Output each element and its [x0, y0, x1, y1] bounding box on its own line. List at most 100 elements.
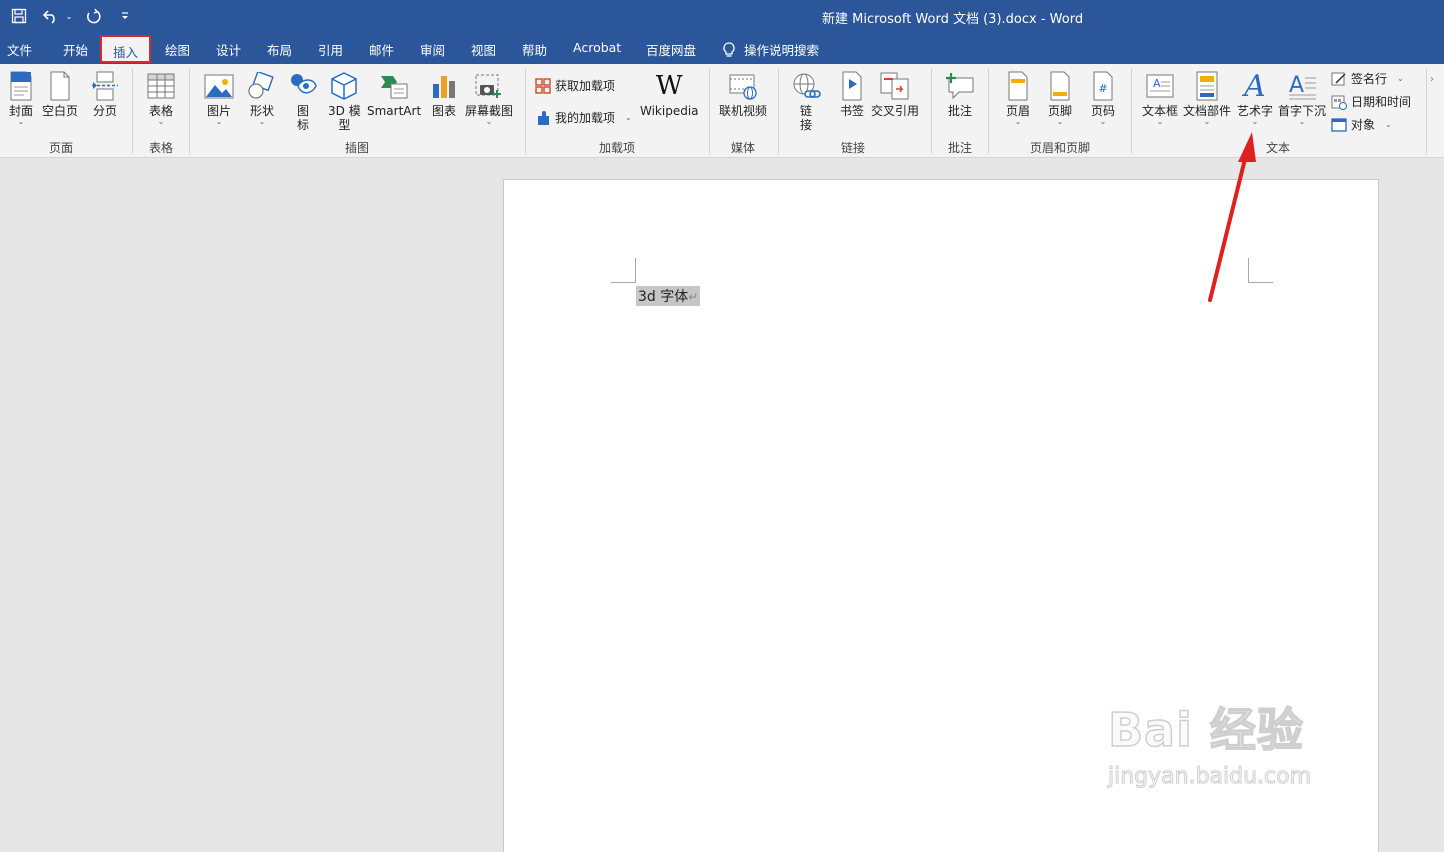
cross-reference-label: 交叉引用 [871, 104, 920, 118]
shapes-icon [246, 70, 278, 102]
chart-label: 图表 [431, 104, 456, 118]
wikipedia-icon: W [655, 71, 683, 101]
cover-page-label: 封面 [8, 104, 33, 118]
wikipedia-button[interactable]: W Wikipedia [640, 70, 699, 118]
quick-parts-icon [1191, 70, 1223, 102]
3d-models-button[interactable]: 3D 模 型 [328, 70, 361, 132]
textbox-button[interactable]: A 文本框 ⌄ [1142, 70, 1178, 126]
new-comment-button[interactable]: 批注 [944, 70, 976, 118]
tell-me-search[interactable]: 操作说明搜索 [722, 40, 819, 59]
baidu-jingyan-watermark: Bai 经验 jingyan.baidu.com [1107, 694, 1311, 789]
cover-page-button[interactable]: 封面 ⌄ [5, 70, 37, 126]
object-icon [1331, 117, 1347, 132]
my-addins-button[interactable]: 我的加载项 ⌄ [535, 109, 632, 126]
ribbon-tab-bar: 文件 开始 插入 绘图 设计 布局 引用 邮件 审阅 视图 帮助 Acrobat… [0, 32, 1444, 64]
quick-access-toolbar: ⌄ [8, 6, 136, 26]
signature-line-button[interactable]: 签名行 ⌄ [1331, 70, 1404, 87]
tab-mailings[interactable]: 邮件 [369, 40, 394, 59]
screenshot-button[interactable]: 屏幕截图 ⌄ [465, 70, 513, 126]
tab-references[interactable]: 引用 [318, 40, 343, 59]
cross-reference-button[interactable]: 交叉引用 [871, 70, 919, 118]
chevron-down-icon: ⌄ [1156, 117, 1164, 126]
page-break-label: 分页 [92, 104, 117, 118]
drop-cap-button[interactable]: A 首字下沉 ⌄ [1278, 70, 1326, 126]
header-label: 页眉 [1005, 104, 1030, 118]
chevron-down-icon: ⌄ [1251, 117, 1259, 126]
link-button[interactable]: 链 接 [790, 70, 822, 132]
tab-baidu-netdisk[interactable]: 百度网盘 [646, 40, 696, 59]
customize-icon[interactable] [114, 6, 136, 26]
undo-dropdown-icon[interactable]: ⌄ [64, 12, 74, 21]
shapes-label: 形状 [249, 104, 274, 118]
group-divider [988, 68, 989, 154]
group-label-header-footer: 页眉和页脚 [1029, 141, 1091, 155]
online-video-icon [727, 70, 759, 102]
group-label-illustrations: 插图 [344, 141, 370, 155]
wordart-button[interactable]: A 艺术字 ⌄ [1237, 69, 1273, 126]
tab-acrobat[interactable]: Acrobat [573, 40, 621, 55]
tab-layout[interactable]: 布局 [267, 40, 292, 59]
chart-button[interactable]: 图表 [428, 70, 460, 118]
table-button[interactable]: 表格 ⌄ [145, 70, 177, 126]
quick-parts-button[interactable]: 文档部件 ⌄ [1183, 70, 1231, 126]
blank-page-button[interactable]: 空白页 [42, 70, 78, 118]
group-divider [1131, 68, 1132, 154]
ribbon-scroll-right-icon[interactable]: › [1430, 74, 1444, 85]
table-label: 表格 [148, 104, 173, 118]
chevron-down-icon: ⌄ [1298, 117, 1306, 126]
drop-cap-icon: A [1286, 70, 1318, 102]
pictures-button[interactable]: 图片 ⌄ [203, 70, 235, 126]
date-time-label: 日期和时间 [1351, 95, 1412, 109]
header-button[interactable]: 页眉 ⌄ [1002, 70, 1034, 126]
object-button[interactable]: 对象 ⌄ [1331, 116, 1392, 133]
group-divider [778, 68, 779, 154]
redo-icon[interactable] [82, 6, 104, 26]
tab-home[interactable]: 开始 [63, 40, 88, 59]
footer-button[interactable]: 页脚 ⌄ [1044, 70, 1076, 126]
bookmark-label: 书签 [839, 104, 864, 118]
tab-file[interactable]: 文件 [7, 40, 32, 59]
table-icon [145, 70, 177, 102]
chevron-down-icon: ⌄ [1203, 117, 1211, 126]
selected-text[interactable]: 3d 字体↵ [636, 286, 701, 306]
signature-line-icon [1331, 72, 1346, 85]
get-addins-button[interactable]: 获取加载项 [535, 77, 615, 94]
save-icon[interactable] [8, 6, 30, 26]
tab-draw[interactable]: 绘图 [165, 40, 190, 59]
smartart-button[interactable]: SmartArt [367, 70, 421, 118]
page-number-label: 页码 [1090, 104, 1115, 118]
bookmark-button[interactable]: 书签 [836, 70, 868, 118]
link-label-1: 链 [799, 104, 812, 118]
link-icon [790, 70, 822, 102]
comment-icon [944, 70, 976, 102]
tab-design[interactable]: 设计 [216, 40, 241, 59]
margin-corner-top-left [611, 258, 636, 283]
undo-icon[interactable] [40, 6, 62, 26]
store-icon [535, 77, 551, 94]
tab-help[interactable]: 帮助 [522, 40, 547, 59]
group-label-tables: 表格 [148, 141, 174, 155]
chevron-down-icon: ⌄ [485, 117, 493, 126]
page-break-button[interactable]: 分页 [89, 70, 121, 118]
date-time-button[interactable]: 日期和时间 [1331, 93, 1411, 110]
tab-insert[interactable]: 插入 [100, 35, 152, 63]
window-title: 新建 Microsoft Word 文档 (3).docx - Word [822, 12, 1084, 27]
icons-button[interactable]: 图 标 [287, 70, 319, 132]
title-bar: ⌄ 新建 Microsoft Word 文档 (3).docx - Word [0, 0, 1444, 32]
chevron-down-icon: ⌄ [625, 113, 632, 122]
tab-view[interactable]: 视图 [471, 40, 496, 59]
get-addins-label: 获取加载项 [555, 79, 616, 93]
chevron-down-icon: ⌄ [215, 117, 223, 126]
wikipedia-label: Wikipedia [640, 104, 699, 118]
group-label-links: 链接 [840, 141, 866, 155]
tab-review[interactable]: 审阅 [420, 40, 445, 59]
shapes-button[interactable]: 形状 ⌄ [246, 70, 278, 126]
page-number-button[interactable]: # 页码 ⌄ [1087, 70, 1119, 126]
online-video-button[interactable]: 联机视频 [719, 70, 767, 118]
pictures-label: 图片 [206, 104, 231, 118]
textbox-label: 文本框 [1142, 104, 1179, 118]
svg-text:#: # [1098, 82, 1107, 95]
watermark-logo: Bai 经验 [1107, 702, 1304, 758]
smartart-icon [378, 70, 410, 102]
chevron-down-icon: ⌄ [1014, 117, 1022, 126]
